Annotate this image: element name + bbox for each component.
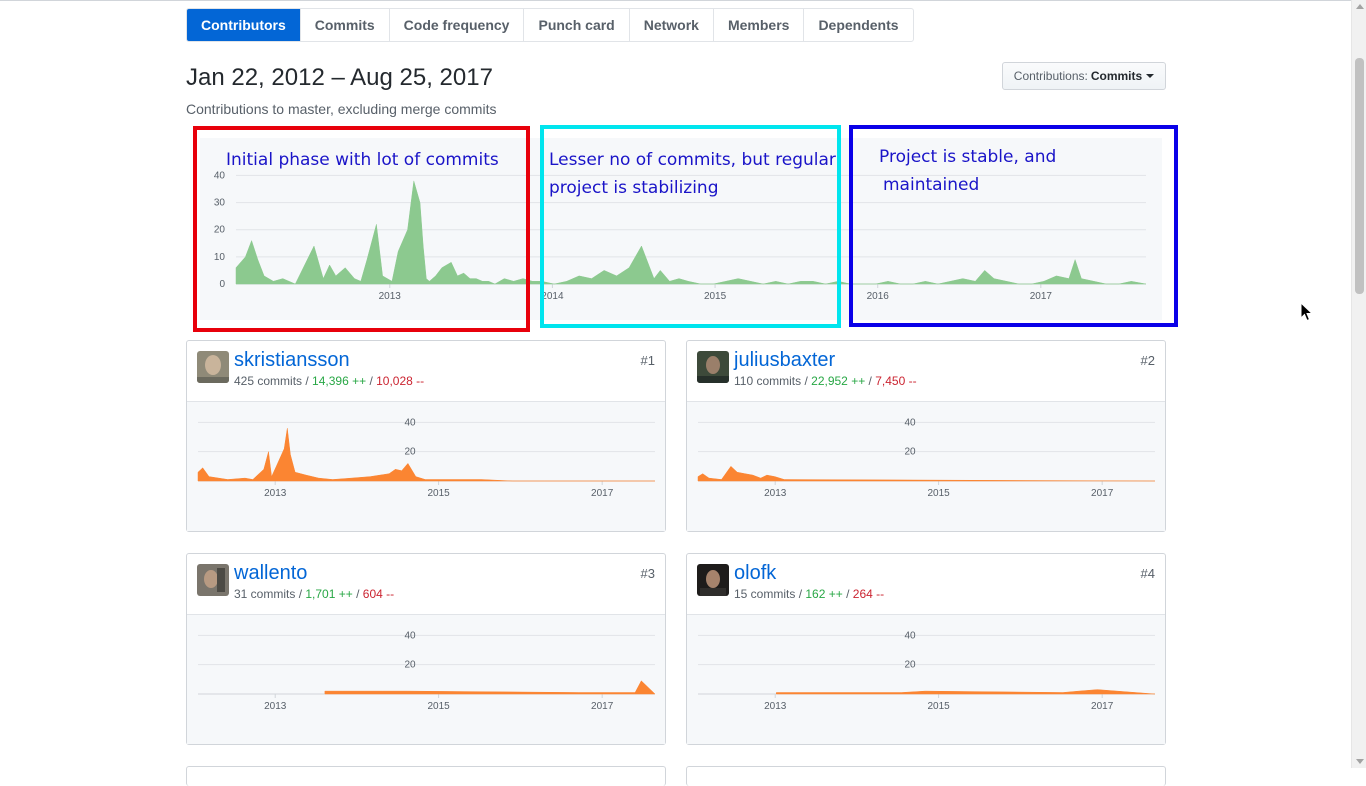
contributor-card-3: wallento 31 commits / 1,701 ++ / 604 -- …	[186, 553, 666, 745]
contributor-card-5	[186, 766, 666, 786]
contributor-stats: 31 commits / 1,701 ++ / 604 --	[234, 587, 395, 601]
x-tick-label: 2015	[927, 488, 950, 499]
x-tick-label: 2013	[264, 488, 287, 499]
contributor-commit-chart: 20 40 2013 2015 2017	[197, 417, 656, 499]
contributor-card-header: olofk 15 commits / 162 ++ / 264 -- #4	[687, 554, 1165, 615]
contributor-stats: 110 commits / 22,952 ++ / 7,450 --	[734, 374, 917, 388]
contributor-commit-chart: 20 40 2013 2015 2017	[698, 630, 1156, 712]
commit-area	[697, 466, 1156, 482]
deletions-count: 10,028 --	[376, 374, 425, 388]
x-tick-label: 2015	[427, 701, 450, 712]
additions-count: 1,701 ++	[305, 587, 353, 601]
y-tick-label: 40	[404, 630, 416, 641]
avatar[interactable]	[697, 351, 729, 383]
contributor-username[interactable]: olofk	[734, 562, 776, 585]
y-tick-label: 40	[904, 417, 916, 428]
additions-count: 162 ++	[805, 587, 843, 601]
deletions-count: 264 --	[852, 587, 885, 601]
contributor-username[interactable]: wallento	[234, 562, 307, 585]
x-tick-label: 2017	[591, 488, 614, 499]
y-tick-label: 20	[904, 447, 916, 458]
contributor-rank: #3	[640, 566, 655, 581]
deletions-count: 604 --	[362, 587, 395, 601]
contributor-commit-chart: 20 40 2013 2015 2017	[697, 417, 1156, 499]
contributor-card-2: juliusbaxter 110 commits / 22,952 ++ / 7…	[686, 340, 1166, 532]
y-tick-label: 20	[904, 660, 916, 671]
x-tick-label: 2015	[427, 488, 450, 499]
commit-count[interactable]: 425 commits	[234, 374, 302, 388]
scrollbar-thumb[interactable]	[1355, 58, 1364, 294]
contributor-rank: #1	[640, 353, 655, 368]
x-tick-label: 2017	[1091, 701, 1114, 712]
y-tick-label: 40	[404, 417, 416, 428]
commit-count[interactable]: 15 commits	[734, 587, 795, 601]
commit-count[interactable]: 31 commits	[234, 587, 295, 601]
mouse-cursor-icon	[1300, 302, 1314, 322]
avatar[interactable]	[197, 351, 229, 383]
x-tick-label: 2013	[764, 701, 787, 712]
contributor-stats: 15 commits / 162 ++ / 264 --	[734, 587, 885, 601]
x-tick-label: 2015	[927, 701, 950, 712]
contributor-chart-area: 20 40 2013 2015 2017	[687, 402, 1165, 531]
contributor-card-header: juliusbaxter 110 commits / 22,952 ++ / 7…	[687, 341, 1165, 402]
contributor-username[interactable]: skristiansson	[234, 349, 350, 372]
contributor-username[interactable]: juliusbaxter	[734, 349, 835, 372]
x-tick-label: 2017	[1091, 488, 1114, 499]
annotation-initial-phase: Initial phase with lot of commits	[226, 150, 499, 170]
x-tick-label: 2013	[264, 701, 287, 712]
y-tick-label: 20	[404, 660, 416, 671]
contributor-card-6	[686, 766, 1166, 786]
deletions-count: 7,450 --	[875, 374, 917, 388]
annotation-stabilizing-line2: project is stabilizing	[549, 178, 719, 198]
contributor-chart-area: 20 40 2013 2015 2017	[687, 615, 1165, 744]
contributor-chart-area: 20 40 2013 2015 2017	[187, 402, 665, 531]
contributor-stats: 425 commits / 14,396 ++ / 10,028 --	[234, 374, 425, 388]
contributor-chart-area: 20 40 2013 2015 2017	[187, 615, 665, 744]
x-tick-label: 2013	[764, 488, 787, 499]
y-tick-label: 20	[404, 447, 416, 458]
additions-count: 22,952 ++	[811, 374, 866, 388]
contributor-card-1: skristiansson 425 commits / 14,396 ++ / …	[186, 340, 666, 532]
scroll-up-arrow-icon[interactable]	[1356, 4, 1364, 9]
contributor-commit-chart: 20 40 2013 2015 2017	[198, 630, 656, 712]
contributor-card-header: skristiansson 425 commits / 14,396 ++ / …	[187, 341, 665, 402]
contributor-card-header: wallento 31 commits / 1,701 ++ / 604 -- …	[187, 554, 665, 615]
avatar[interactable]	[197, 564, 229, 596]
commit-area	[776, 689, 1156, 695]
scroll-down-arrow-icon[interactable]	[1356, 759, 1364, 764]
page-scrollbar[interactable]	[1351, 0, 1366, 768]
annotation-stable-line2: maintained	[883, 175, 980, 195]
annotation-stable-line1: Project is stable, and	[879, 147, 1057, 167]
x-tick-label: 2017	[591, 701, 614, 712]
y-tick-label: 40	[904, 630, 916, 641]
commit-count[interactable]: 110 commits	[734, 374, 801, 388]
avatar[interactable]	[697, 564, 729, 596]
additions-count: 14,396 ++	[312, 374, 367, 388]
contributor-rank: #4	[1140, 566, 1155, 581]
annotation-stabilizing-line1: Lesser no of commits, but regular	[549, 150, 836, 170]
contributor-card-4: olofk 15 commits / 162 ++ / 264 -- #4 20…	[686, 553, 1166, 745]
commit-area	[197, 427, 656, 482]
commit-area	[324, 680, 656, 695]
contributor-rank: #2	[1140, 353, 1155, 368]
